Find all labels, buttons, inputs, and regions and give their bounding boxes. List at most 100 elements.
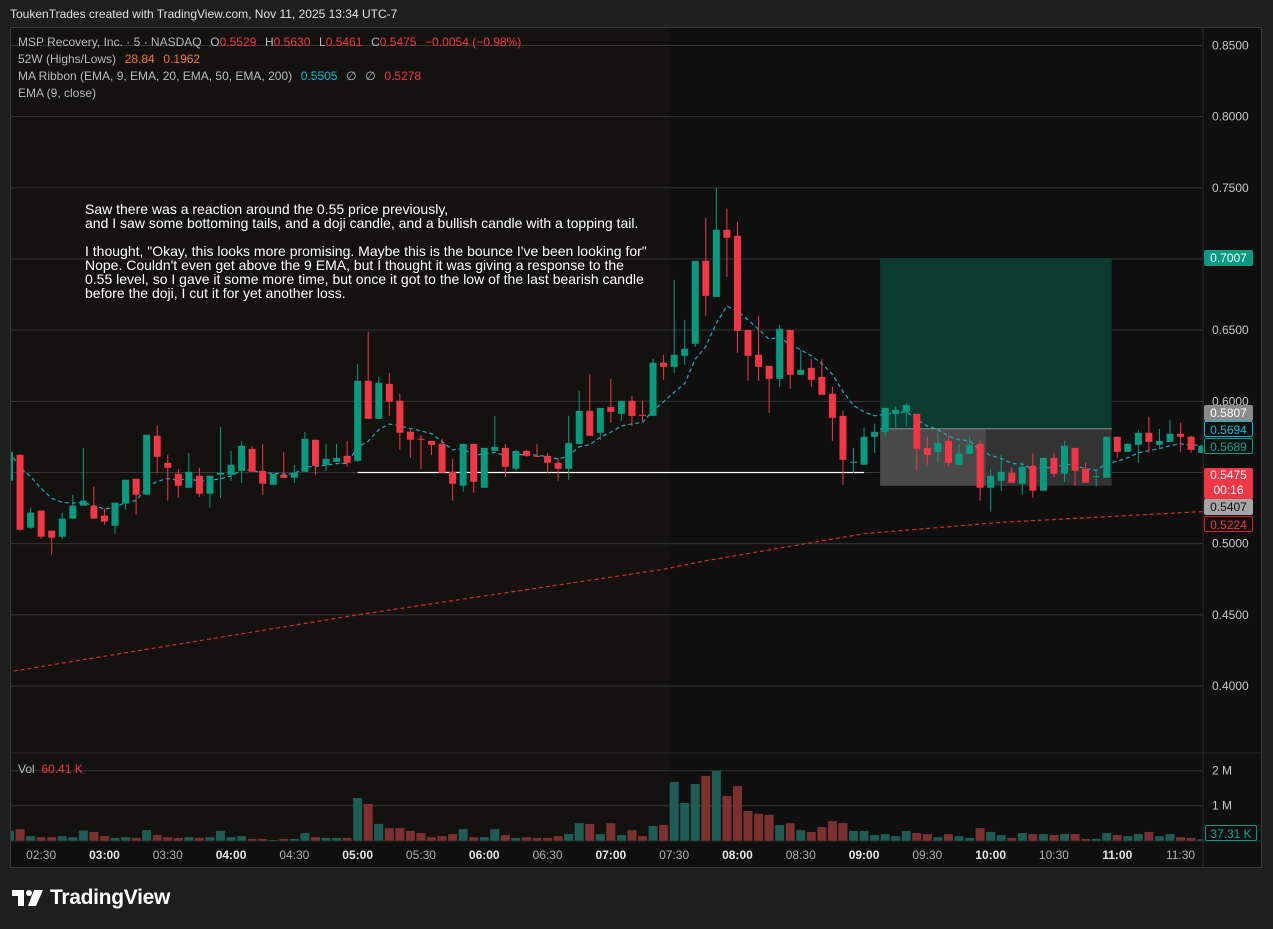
- stop-price-badge: 0.5407: [1204, 499, 1253, 515]
- candle-bullish: [776, 324, 784, 387]
- candle-bearish: [723, 208, 731, 277]
- price-tick-label: 0.8500: [1212, 39, 1249, 53]
- volume-bar: [943, 834, 953, 841]
- volume-bar: [1133, 834, 1143, 841]
- ma-ribbon-ema50: ∅: [365, 69, 376, 83]
- time-tick-label: 06:00: [469, 848, 500, 862]
- symbol-name[interactable]: MSP Recovery, Inc. · 5 · NASDAQ: [18, 35, 202, 49]
- volume-bar: [11, 830, 14, 841]
- volume-bar: [722, 795, 732, 841]
- volume-bar: [585, 823, 595, 841]
- candle-bullish: [797, 349, 805, 375]
- candle-body: [354, 380, 362, 461]
- candle-bearish: [744, 329, 752, 381]
- candle-body: [575, 410, 583, 444]
- candle-bullish: [670, 279, 678, 373]
- price-tick-label: 0.4000: [1212, 679, 1249, 693]
- volume-bar: [437, 836, 447, 841]
- volume-tick-label: 2 M: [1212, 764, 1232, 778]
- volume-bar: [627, 830, 637, 841]
- candle-body: [375, 382, 383, 419]
- candle-body: [364, 380, 372, 419]
- time-tick-label: 06:30: [533, 848, 563, 862]
- candle-body: [174, 473, 182, 486]
- candle-bearish: [818, 358, 826, 395]
- candle-body: [1039, 457, 1047, 491]
- candle-bullish: [512, 449, 520, 471]
- candle-body: [1145, 432, 1153, 442]
- candle-bullish: [1166, 419, 1174, 442]
- candle-body: [765, 365, 773, 379]
- annotation-text[interactable]: Saw there was a reaction around the 0.55…: [85, 202, 647, 314]
- volume-bar: [1049, 835, 1059, 841]
- low-label: L: [319, 35, 326, 49]
- volume-bar: [163, 837, 173, 841]
- candle-bullish: [691, 260, 699, 347]
- volume-bar: [1038, 834, 1048, 841]
- candle-body: [333, 457, 341, 462]
- candle-bullish: [459, 443, 467, 492]
- candle-bearish: [1187, 435, 1195, 453]
- candle-body: [871, 431, 879, 437]
- volume-bar: [300, 833, 310, 841]
- candle-body: [501, 447, 509, 467]
- candle-body: [69, 505, 77, 519]
- time-tick-label: 05:30: [406, 848, 436, 862]
- indicator-ma-ribbon[interactable]: MA Ribbon (EMA, 9, EMA, 20, EMA, 50, EMA…: [18, 69, 423, 83]
- ema-label: EMA (9, close): [18, 86, 97, 100]
- volume-bar: [353, 798, 363, 841]
- volume-bar: [152, 835, 162, 841]
- time-tick-label: 03:00: [89, 848, 120, 862]
- tradingview-logo[interactable]: TradingView: [12, 886, 170, 910]
- volume-bar: [806, 831, 816, 841]
- time-tick-label: 10:30: [1039, 848, 1069, 862]
- volume-bar: [310, 837, 320, 841]
- candle-body: [776, 328, 784, 379]
- candle-bullish: [649, 358, 657, 416]
- candle-bullish: [860, 427, 868, 465]
- price-tick-label: 0.7500: [1212, 181, 1249, 195]
- candle-body: [385, 383, 393, 402]
- volume-bar: [89, 831, 99, 841]
- candle-body: [459, 443, 467, 486]
- candle-body: [797, 369, 805, 375]
- candle-body: [818, 376, 826, 395]
- candle-body: [100, 515, 108, 522]
- bar-countdown: 00:16: [1213, 483, 1244, 497]
- indicator-ema[interactable]: EMA (9, close): [18, 86, 98, 100]
- volume-bar: [933, 837, 943, 841]
- volume-bar: [194, 837, 204, 841]
- candle-bearish: [807, 358, 815, 387]
- candle-body: [902, 404, 910, 412]
- candle-bearish: [248, 445, 256, 472]
- candle-body: [607, 406, 615, 412]
- volume-bar: [479, 837, 489, 841]
- candle-body: [755, 354, 763, 367]
- candle-body: [1103, 436, 1111, 478]
- candle-body: [153, 435, 161, 457]
- candle-body: [164, 462, 172, 468]
- ema9-price-badge: 0.5694: [1204, 421, 1253, 437]
- candle-body: [712, 229, 720, 297]
- volume-bar: [1165, 834, 1175, 841]
- chart-canvas[interactable]: 0.85000.80000.75000.70000.65000.60000.55…: [0, 0, 1273, 929]
- indicator-52w[interactable]: 52W (Highs/Lows) 28.84 0.1962: [18, 52, 202, 66]
- ma-ribbon-ema200: 0.5278: [384, 69, 422, 83]
- candle-bullish: [850, 447, 857, 473]
- volume-bar: [1060, 834, 1069, 841]
- volume-bar: [1123, 836, 1133, 841]
- candle-body: [269, 473, 277, 485]
- volume-bar: [1081, 838, 1091, 841]
- candle-body: [322, 458, 330, 465]
- volume-bar: [1007, 837, 1017, 841]
- volume-bar: [1028, 834, 1038, 841]
- volume-bar: [965, 837, 975, 841]
- volume-legend[interactable]: Vol 60.41 K: [18, 762, 83, 776]
- candle-bullish: [1155, 428, 1163, 448]
- volume-bar: [57, 836, 67, 841]
- candle-body: [850, 461, 857, 463]
- candle-bearish: [1113, 436, 1121, 458]
- volume-bar: [268, 840, 278, 841]
- volume-bar: [121, 837, 131, 841]
- candle-bullish: [269, 473, 277, 485]
